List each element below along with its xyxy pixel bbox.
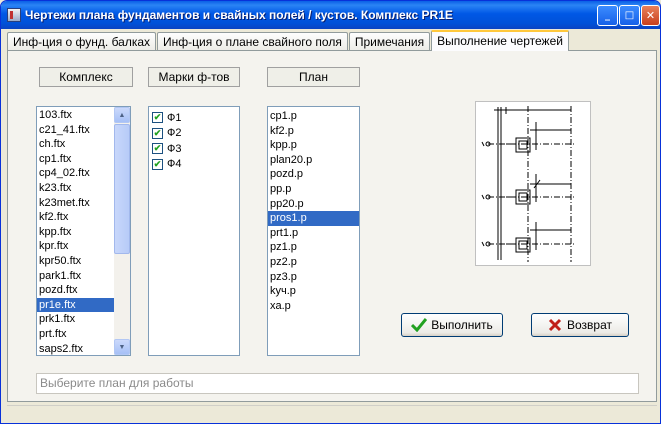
checkbox-icon[interactable]: ✔: [152, 127, 163, 139]
plan-list-item[interactable]: pp.p: [268, 182, 359, 197]
marks-items: ✔ Ф1 ✔ Ф2 ✔ Ф3 ✔ Ф4: [149, 107, 239, 172]
marks-listbox[interactable]: ✔ Ф1 ✔ Ф2 ✔ Ф3 ✔ Ф4: [148, 106, 240, 356]
tab-strip: Инф-ция о фунд. балках Инф-ция о плане с…: [7, 30, 570, 51]
scroll-thumb[interactable]: [114, 124, 130, 254]
tab-foundation-beams[interactable]: Инф-ция о фунд. балках: [7, 32, 157, 51]
plan-list-item[interactable]: xa.p: [268, 299, 359, 314]
maximize-button[interactable]: □: [619, 5, 640, 26]
tab-pile-field-plan[interactable]: Инф-ция о плане свайного поля: [157, 32, 348, 51]
complex-list-item[interactable]: kpp.ftx: [37, 225, 114, 240]
plan-list-item[interactable]: pz1.p: [268, 240, 359, 255]
tab-panel: Комплекс Марки ф-тов План 103.ftx c21_41.…: [7, 50, 657, 402]
plan-list-item[interactable]: pz2.p: [268, 255, 359, 270]
foundation-plan-thumbnail-icon: [481, 106, 576, 262]
complex-list-item[interactable]: ch.ftx: [37, 137, 114, 152]
cancel-x-icon: [548, 318, 562, 332]
tab-notes[interactable]: Примечания: [348, 32, 431, 51]
plan-list-item[interactable]: kf2.p: [268, 124, 359, 139]
complex-header-button[interactable]: Комплекс: [39, 67, 133, 87]
scroll-down-arrow-icon[interactable]: ▼: [114, 339, 130, 355]
complex-list-item[interactable]: prk1.ftx: [37, 312, 114, 327]
marks-header-button[interactable]: Марки ф-тов: [148, 67, 240, 87]
hint-status-field: Выберите план для работы: [36, 373, 639, 394]
close-button[interactable]: ✕: [641, 5, 660, 26]
complex-list-item[interactable]: park1.ftx: [37, 269, 114, 284]
checkbox-icon[interactable]: ✔: [152, 143, 163, 155]
complex-list-item[interactable]: c21_41.ftx: [37, 123, 114, 138]
execute-button[interactable]: Выполнить: [401, 313, 503, 337]
mark-checkbox-item[interactable]: ✔ Ф2: [149, 126, 239, 142]
mark-checkbox-item[interactable]: ✔ Ф1: [149, 110, 239, 126]
checkbox-icon[interactable]: ✔: [152, 158, 163, 170]
plan-list-item[interactable]: kpp.p: [268, 138, 359, 153]
window-title: Чертежи плана фундаментов и свайных поле…: [25, 8, 453, 22]
complex-list-item[interactable]: kpr.ftx: [37, 239, 114, 254]
plan-items: cp1.p kf2.p kpp.p plan20.p pozd.p pp.p pp20.p p…: [268, 107, 359, 313]
complex-list-item[interactable]: kf2.ftx: [37, 210, 114, 225]
checkmark-icon: [411, 318, 428, 332]
complex-scrollbar[interactable]: ▲ ▼: [114, 107, 130, 355]
complex-list-item[interactable]: cp4_02.ftx: [37, 166, 114, 181]
plan-list-item[interactable]: cp1.p: [268, 109, 359, 124]
complex-list-item[interactable]: kpr50.ftx: [37, 254, 114, 269]
complex-list-item[interactable]: prt.ftx: [37, 327, 114, 342]
mark-label: Ф3: [167, 142, 182, 155]
execute-button-label: Выполнить: [431, 318, 493, 332]
plan-list-item[interactable]: pz3.p: [268, 270, 359, 285]
complex-list-item[interactable]: saps2.ftx: [37, 342, 114, 356]
complex-list-item[interactable]: pr1e.ftx: [37, 297, 114, 313]
checkbox-icon[interactable]: ✔: [152, 112, 163, 124]
drawing-preview: [475, 101, 591, 266]
complex-list-item[interactable]: k23.ftx: [37, 181, 114, 196]
plan-list-item[interactable]: prt1.p: [268, 226, 359, 241]
complex-list-item[interactable]: 103.ftx: [37, 108, 114, 123]
mark-checkbox-item[interactable]: ✔ Ф3: [149, 141, 239, 157]
plan-list-item[interactable]: plan20.p: [268, 153, 359, 168]
complex-listbox[interactable]: 103.ftx c21_41.ftx ch.ftx cp1.ftx cp4_02.ftx…: [36, 106, 131, 356]
plan-list-item[interactable]: kyч.p: [268, 284, 359, 299]
plan-listbox[interactable]: cp1.p kf2.p kpp.p plan20.p pozd.p pp.p pp20.p p…: [267, 106, 360, 356]
complex-list-item[interactable]: k23met.ftx: [37, 196, 114, 211]
tab-drawings-execution[interactable]: Выполнение чертежей: [431, 30, 569, 51]
app-icon: [7, 8, 21, 22]
mark-checkbox-item[interactable]: ✔ Ф4: [149, 157, 239, 173]
plan-header-button[interactable]: План: [267, 67, 360, 87]
plan-list-item[interactable]: pros1.p: [268, 211, 359, 226]
main-window: Чертежи плана фундаментов и свайных поле…: [0, 0, 661, 424]
mark-label: Ф4: [167, 158, 182, 171]
mark-label: Ф2: [167, 127, 182, 140]
complex-list-item[interactable]: pozd.ftx: [37, 283, 114, 298]
title-bar[interactable]: Чертежи плана фундаментов и свайных поле…: [1, 1, 660, 29]
plan-list-item[interactable]: pp20.p: [268, 197, 359, 212]
plan-list-item[interactable]: pozd.p: [268, 167, 359, 182]
back-button[interactable]: Возврат: [531, 313, 629, 337]
status-bar: [7, 405, 657, 420]
back-button-label: Возврат: [567, 318, 612, 332]
minimize-button[interactable]: _: [597, 5, 618, 26]
complex-list-item[interactable]: cp1.ftx: [37, 152, 114, 167]
mark-label: Ф1: [167, 111, 182, 124]
scroll-up-arrow-icon[interactable]: ▲: [114, 107, 130, 123]
